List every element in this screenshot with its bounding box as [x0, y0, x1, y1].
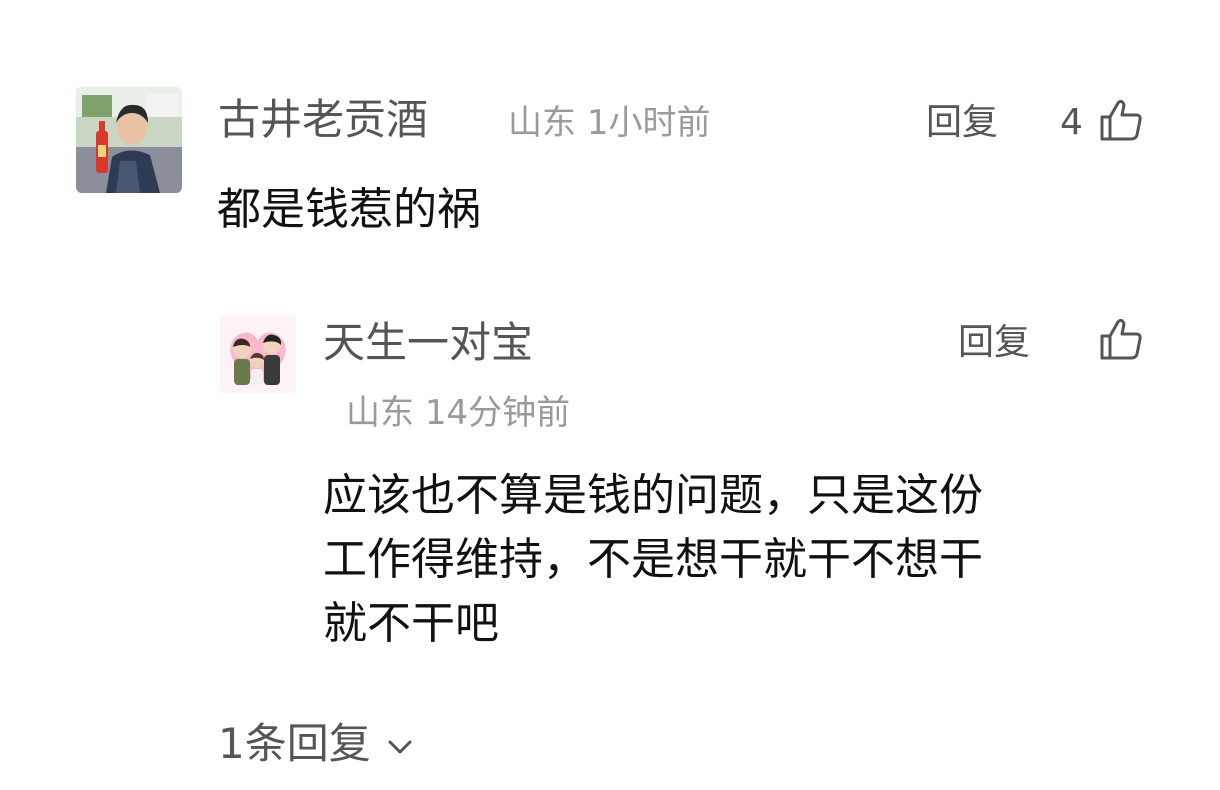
reply-reply-button[interactable]: 回复	[958, 319, 1030, 367]
view-replies-label: 1条回复	[218, 719, 371, 768]
comment-time: 1小时前	[586, 103, 711, 143]
reply-location: 山东	[346, 393, 414, 433]
replier-username[interactable]: 天生一对宝	[323, 315, 533, 371]
view-replies-toggle[interactable]: 1条回复	[218, 716, 415, 772]
reply-meta: 山东 14分钟前	[346, 391, 570, 435]
reply-content-line: 工作得维持，不是想干就干不想干	[323, 534, 983, 585]
reply-content: 应该也不算是钱的问题，只是这份 工作得维持，不是想干就干不想干 就不干吧	[323, 464, 1138, 656]
reply-time: 14分钟前	[424, 393, 571, 433]
comment-meta: 山东 1小时前	[508, 101, 710, 145]
like-count: 4	[1060, 102, 1083, 143]
reply-content-line: 就不干吧	[323, 598, 499, 649]
like-button[interactable]	[1098, 97, 1144, 143]
comment-location: 山东	[508, 103, 576, 143]
replier-avatar[interactable]	[220, 315, 296, 393]
commenter-avatar[interactable]	[76, 87, 182, 193]
reply-content-line: 应该也不算是钱的问题，只是这份	[323, 470, 983, 521]
user-avatar-photo-icon	[76, 87, 182, 193]
chevron-down-icon	[388, 740, 412, 754]
comment-content: 都是钱惹的祸	[217, 184, 481, 235]
thumbs-up-icon	[1100, 318, 1142, 360]
reply-like-button[interactable]	[1098, 316, 1144, 362]
commenter-username[interactable]: 古井老贡酒	[218, 92, 428, 148]
family-cartoon-avatar-icon	[220, 315, 296, 393]
thumbs-up-icon	[1100, 99, 1142, 141]
reply-button[interactable]: 回复	[926, 99, 998, 147]
